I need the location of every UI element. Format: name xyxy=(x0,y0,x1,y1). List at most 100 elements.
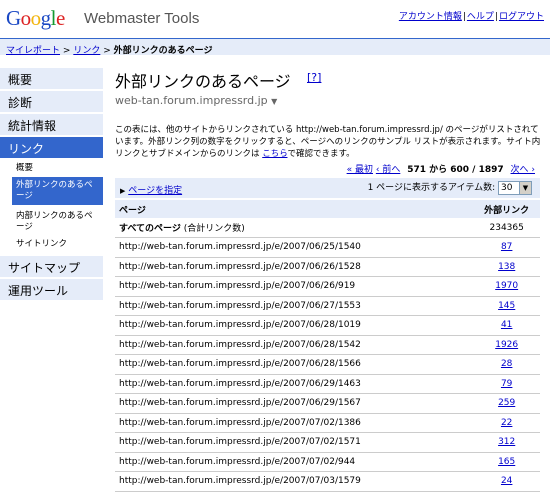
account-link[interactable]: アカウント情報 xyxy=(399,12,462,22)
sidebar: 概要 診断 統計情報 リンク 概要 外部リンクのあるページ 内部リンクのあるペー… xyxy=(0,68,103,302)
page-url: http://web-tan.forum.impressrd.jp/e/2007… xyxy=(115,471,470,492)
all-pages-total: 234365 xyxy=(469,218,540,238)
site-name: web-tan.forum.impressrd.jp xyxy=(115,94,268,107)
table-row: http://web-tan.forum.impressrd.jp/e/2007… xyxy=(115,452,540,472)
table-row-all-pages: すべてのページ (合計リンク数) 234365 xyxy=(115,218,540,238)
items-per-page-value: 30 xyxy=(501,182,513,193)
external-links-count-link[interactable]: 312 xyxy=(498,437,515,447)
breadcrumb-my-reports[interactable]: マイレポート xyxy=(6,46,60,56)
external-links-cell: 66 xyxy=(469,491,540,495)
external-links-count-link[interactable]: 79 xyxy=(501,379,512,389)
external-links-count-link[interactable]: 1926 xyxy=(495,340,518,350)
links-table: ページ 外部リンク すべてのページ (合計リンク数) 234365 http:/… xyxy=(115,200,540,495)
items-per-page-select[interactable]: 30 ▼ xyxy=(498,180,532,195)
external-links-count-link[interactable]: 138 xyxy=(498,262,515,272)
table-header: ページ 外部リンク xyxy=(115,200,540,218)
page-url: http://web-tan.forum.impressrd.jp/e/2007… xyxy=(115,491,470,495)
page-url: http://web-tan.forum.impressrd.jp/e/2007… xyxy=(115,432,470,453)
pager: « 最初 ‹ 前へ 571 から 600 / 1897 次へ › xyxy=(347,162,535,175)
table-row: http://web-tan.forum.impressrd.jp/e/2007… xyxy=(115,315,540,336)
pager-first[interactable]: « 最初 xyxy=(347,165,373,175)
page-url: http://web-tan.forum.impressrd.jp/e/2007… xyxy=(115,315,470,336)
table-row: http://web-tan.forum.impressrd.jp/e/2007… xyxy=(115,432,540,453)
external-links-cell: 24 xyxy=(469,471,540,492)
table-row: http://web-tan.forum.impressrd.jp/e/2007… xyxy=(115,374,540,394)
description-link[interactable]: こちら xyxy=(262,149,287,159)
help-link[interactable]: ヘルプ xyxy=(467,12,494,22)
all-pages-cell: すべてのページ (合計リンク数) xyxy=(115,218,470,238)
external-links-count-link[interactable]: 145 xyxy=(498,301,515,311)
logout-link[interactable]: ログアウト xyxy=(499,12,544,22)
table-controls: ▶ ページを指定 1 ページに表示するアイテム数: 30 ▼ xyxy=(115,178,540,198)
column-header-external-links[interactable]: 外部リンク xyxy=(469,200,540,218)
pager-next[interactable]: 次へ › xyxy=(511,165,535,175)
external-links-cell: 259 xyxy=(469,393,540,414)
page-url: http://web-tan.forum.impressrd.jp/e/2007… xyxy=(115,335,470,355)
specify-page-link[interactable]: ページを指定 xyxy=(128,186,182,196)
page-url: http://web-tan.forum.impressrd.jp/e/2007… xyxy=(115,374,470,394)
external-links-count-link[interactable]: 259 xyxy=(498,398,515,408)
breadcrumb: マイレポート > リンク > 外部リンクのあるページ xyxy=(0,38,550,56)
pager-range: 571 から 600 / 1897 xyxy=(407,165,504,175)
site-selector[interactable]: web-tan.forum.impressrd.jp ▼ xyxy=(115,94,277,107)
sidebar-item-links[interactable]: リンク xyxy=(0,137,103,158)
external-links-cell: 1926 xyxy=(469,335,540,355)
table-row: http://web-tan.forum.impressrd.jp/e/2007… xyxy=(115,393,540,414)
table-row: http://web-tan.forum.impressrd.jp/e/2007… xyxy=(115,413,540,433)
page-title: 外部リンクのあるページ xyxy=(115,74,291,91)
table-row: http://web-tan.forum.impressrd.jp/e/2007… xyxy=(115,491,540,495)
external-links-count-link[interactable]: 24 xyxy=(501,476,512,486)
description-text-end: で確認できます。 xyxy=(287,149,355,159)
all-pages-label: すべてのページ xyxy=(119,224,181,234)
sidebar-item-diagnostics[interactable]: 診断 xyxy=(0,91,103,112)
product-name: Webmaster Tools xyxy=(84,10,200,27)
external-links-count-link[interactable]: 165 xyxy=(498,457,515,467)
breadcrumb-links[interactable]: リンク xyxy=(73,46,100,56)
external-links-cell: 41 xyxy=(469,315,540,336)
sidebar-item-tools[interactable]: 運用ツール xyxy=(0,279,103,300)
table-row: http://web-tan.forum.impressrd.jp/e/2007… xyxy=(115,335,540,355)
page-url: http://web-tan.forum.impressrd.jp/e/2007… xyxy=(115,452,470,472)
sidebar-item-overview[interactable]: 概要 xyxy=(0,68,103,89)
sidebar-item-sitemaps[interactable]: サイトマップ xyxy=(0,256,103,277)
external-links-cell: 165 xyxy=(469,452,540,472)
main-content: 外部リンクのあるページ [?] web-tan.forum.impressrd.… xyxy=(115,68,545,495)
column-header-page[interactable]: ページ xyxy=(115,200,470,218)
external-links-cell: 312 xyxy=(469,432,540,453)
all-pages-suffix: (合計リンク数) xyxy=(180,224,245,234)
external-links-count-link[interactable]: 1970 xyxy=(495,281,518,291)
page-url: http://web-tan.forum.impressrd.jp/e/2007… xyxy=(115,237,470,258)
page-url: http://web-tan.forum.impressrd.jp/e/2007… xyxy=(115,257,470,277)
breadcrumb-separator: > xyxy=(62,46,71,56)
breadcrumb-separator: > xyxy=(103,46,111,56)
external-links-cell: 28 xyxy=(469,354,540,375)
external-links-cell: 22 xyxy=(469,413,540,433)
sidebar-item-statistics[interactable]: 統計情報 xyxy=(0,114,103,135)
external-links-cell: 138 xyxy=(469,257,540,277)
table-row: http://web-tan.forum.impressrd.jp/e/2007… xyxy=(115,354,540,375)
table-row: http://web-tan.forum.impressrd.jp/e/2007… xyxy=(115,257,540,277)
page-url: http://web-tan.forum.impressrd.jp/e/2007… xyxy=(115,413,470,433)
external-links-cell: 79 xyxy=(469,374,540,394)
breadcrumb-current: 外部リンクのあるページ xyxy=(113,46,213,56)
triangle-right-icon: ▶ xyxy=(120,187,126,195)
external-links-count-link[interactable]: 87 xyxy=(501,242,512,252)
help-link[interactable]: [?] xyxy=(307,71,321,84)
external-links-count-link[interactable]: 22 xyxy=(501,418,512,428)
chevron-down-icon: ▼ xyxy=(271,97,278,106)
pager-prev[interactable]: ‹ 前へ xyxy=(376,165,400,175)
google-logo[interactable]: Google xyxy=(6,6,65,31)
table-row: http://web-tan.forum.impressrd.jp/e/2007… xyxy=(115,296,540,316)
subnav-item-sitelinks[interactable]: サイトリンク xyxy=(0,236,103,253)
description: この表には、他のサイトからリンクされている http://web-tan.for… xyxy=(115,124,545,160)
page-url: http://web-tan.forum.impressrd.jp/e/2007… xyxy=(115,296,470,316)
external-links-count-link[interactable]: 28 xyxy=(501,359,512,369)
subnav-item-overview[interactable]: 概要 xyxy=(0,160,103,177)
top-links: アカウント情報|ヘルプ|ログアウト xyxy=(398,12,544,22)
subnav-item-internal-links[interactable]: 内部リンクのあるページ xyxy=(0,208,103,236)
header: Google Webmaster Tools アカウント情報|ヘルプ|ログアウト xyxy=(0,0,550,38)
external-links-count-link[interactable]: 41 xyxy=(501,320,512,330)
page-url: http://web-tan.forum.impressrd.jp/e/2007… xyxy=(115,354,470,375)
chevron-down-icon: ▼ xyxy=(519,181,531,194)
subnav-item-external-links[interactable]: 外部リンクのあるページ xyxy=(12,177,103,205)
